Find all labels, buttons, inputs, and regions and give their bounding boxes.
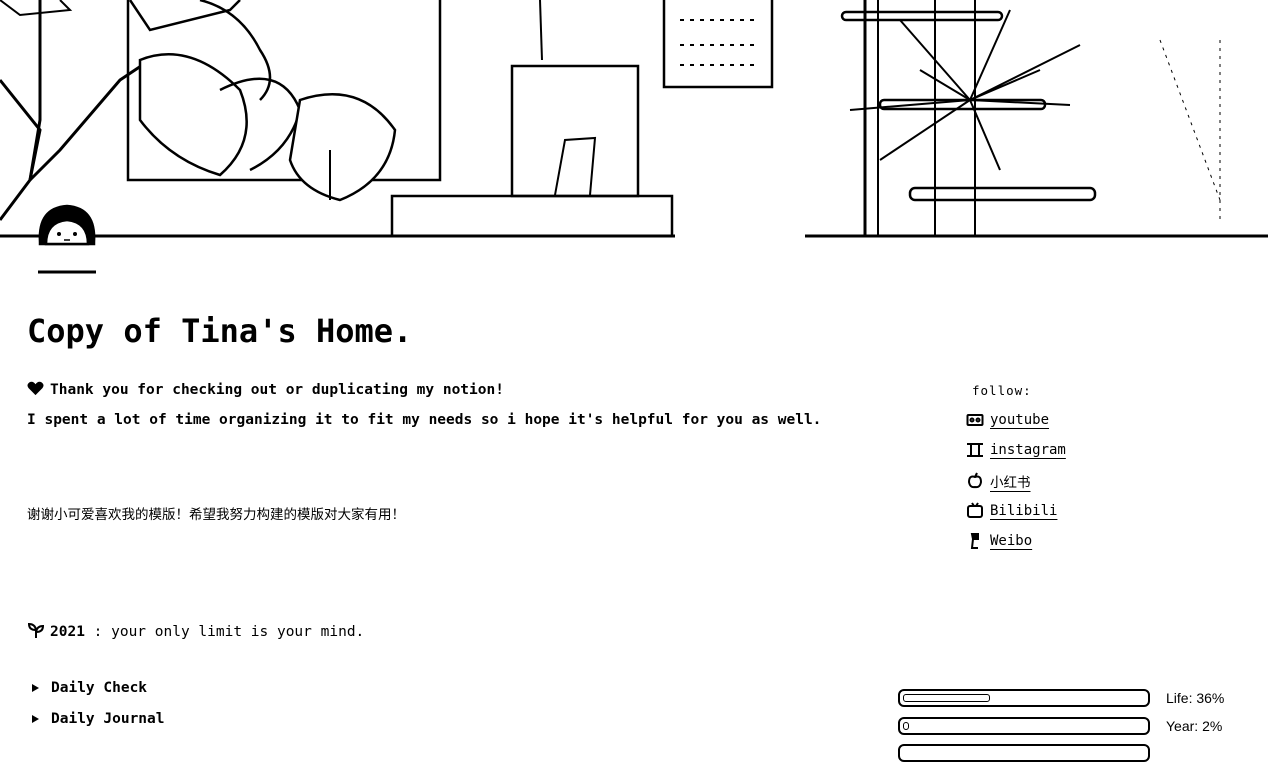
progress-fill — [903, 722, 909, 730]
toggle-label: Daily Journal — [51, 711, 165, 727]
follow-link-instagram[interactable]: instagram — [966, 441, 1066, 459]
avatar — [36, 202, 98, 274]
follow-link-label[interactable]: Weibo — [990, 533, 1032, 549]
page-title: Copy of Tina's Home. — [27, 312, 413, 350]
progress-partial — [898, 744, 1150, 762]
toggle-daily-check[interactable]: Daily Check — [32, 680, 147, 696]
intro-thanks-line: Thank you for checking out or duplicatin… — [27, 381, 504, 398]
progress-bar — [898, 744, 1150, 762]
cover-image — [0, 0, 1268, 240]
follow-link-label[interactable]: Bilibili — [990, 503, 1057, 519]
progress-label: Year: 2% — [1166, 718, 1223, 734]
follow-link-label[interactable]: instagram — [990, 442, 1066, 458]
apple-icon — [967, 472, 983, 489]
tv-icon — [967, 502, 983, 518]
motto-year: 2021 — [50, 624, 85, 640]
progress-fill — [903, 694, 990, 702]
triangle-right-icon — [32, 684, 39, 692]
tape-dispenser-icon — [970, 533, 979, 549]
progress-year: Year: 2% — [898, 717, 1222, 735]
follow-link-youtube[interactable]: youtube — [966, 411, 1049, 429]
motto-line: 2021 : your only limit is your mind. — [27, 621, 364, 640]
sprout-icon — [27, 622, 45, 638]
video-tape-icon — [966, 414, 984, 426]
film-strip-icon — [967, 443, 983, 457]
follow-heading: follow: — [972, 383, 1032, 398]
toggle-daily-journal[interactable]: Daily Journal — [32, 711, 165, 727]
progress-life: Life: 36% — [898, 689, 1224, 707]
follow-link-xiaohongshu[interactable]: 小红书 — [966, 471, 1031, 491]
follow-link-bilibili[interactable]: Bilibili — [966, 502, 1057, 520]
follow-link-label[interactable]: youtube — [990, 412, 1049, 428]
heart-icon — [27, 381, 44, 396]
follow-link-weibo[interactable]: Weibo — [966, 532, 1032, 550]
intro-thanks-text: Thank you for checking out or duplicatin… — [50, 382, 504, 398]
motto-text: : your only limit is your mind. — [84, 624, 365, 640]
intro-line-chinese: 谢谢小可爱喜欢我的模版！希望我努力构建的模版对大家有用！ — [27, 507, 405, 523]
progress-label: Life: 36% — [1166, 690, 1225, 706]
toggle-label: Daily Check — [51, 680, 148, 696]
intro-line-2: I spent a lot of time organizing it to f… — [27, 412, 822, 428]
progress-bar — [898, 717, 1150, 735]
progress-bar — [898, 689, 1150, 707]
triangle-right-icon — [32, 715, 39, 723]
follow-link-label[interactable]: 小红书 — [990, 471, 1031, 491]
